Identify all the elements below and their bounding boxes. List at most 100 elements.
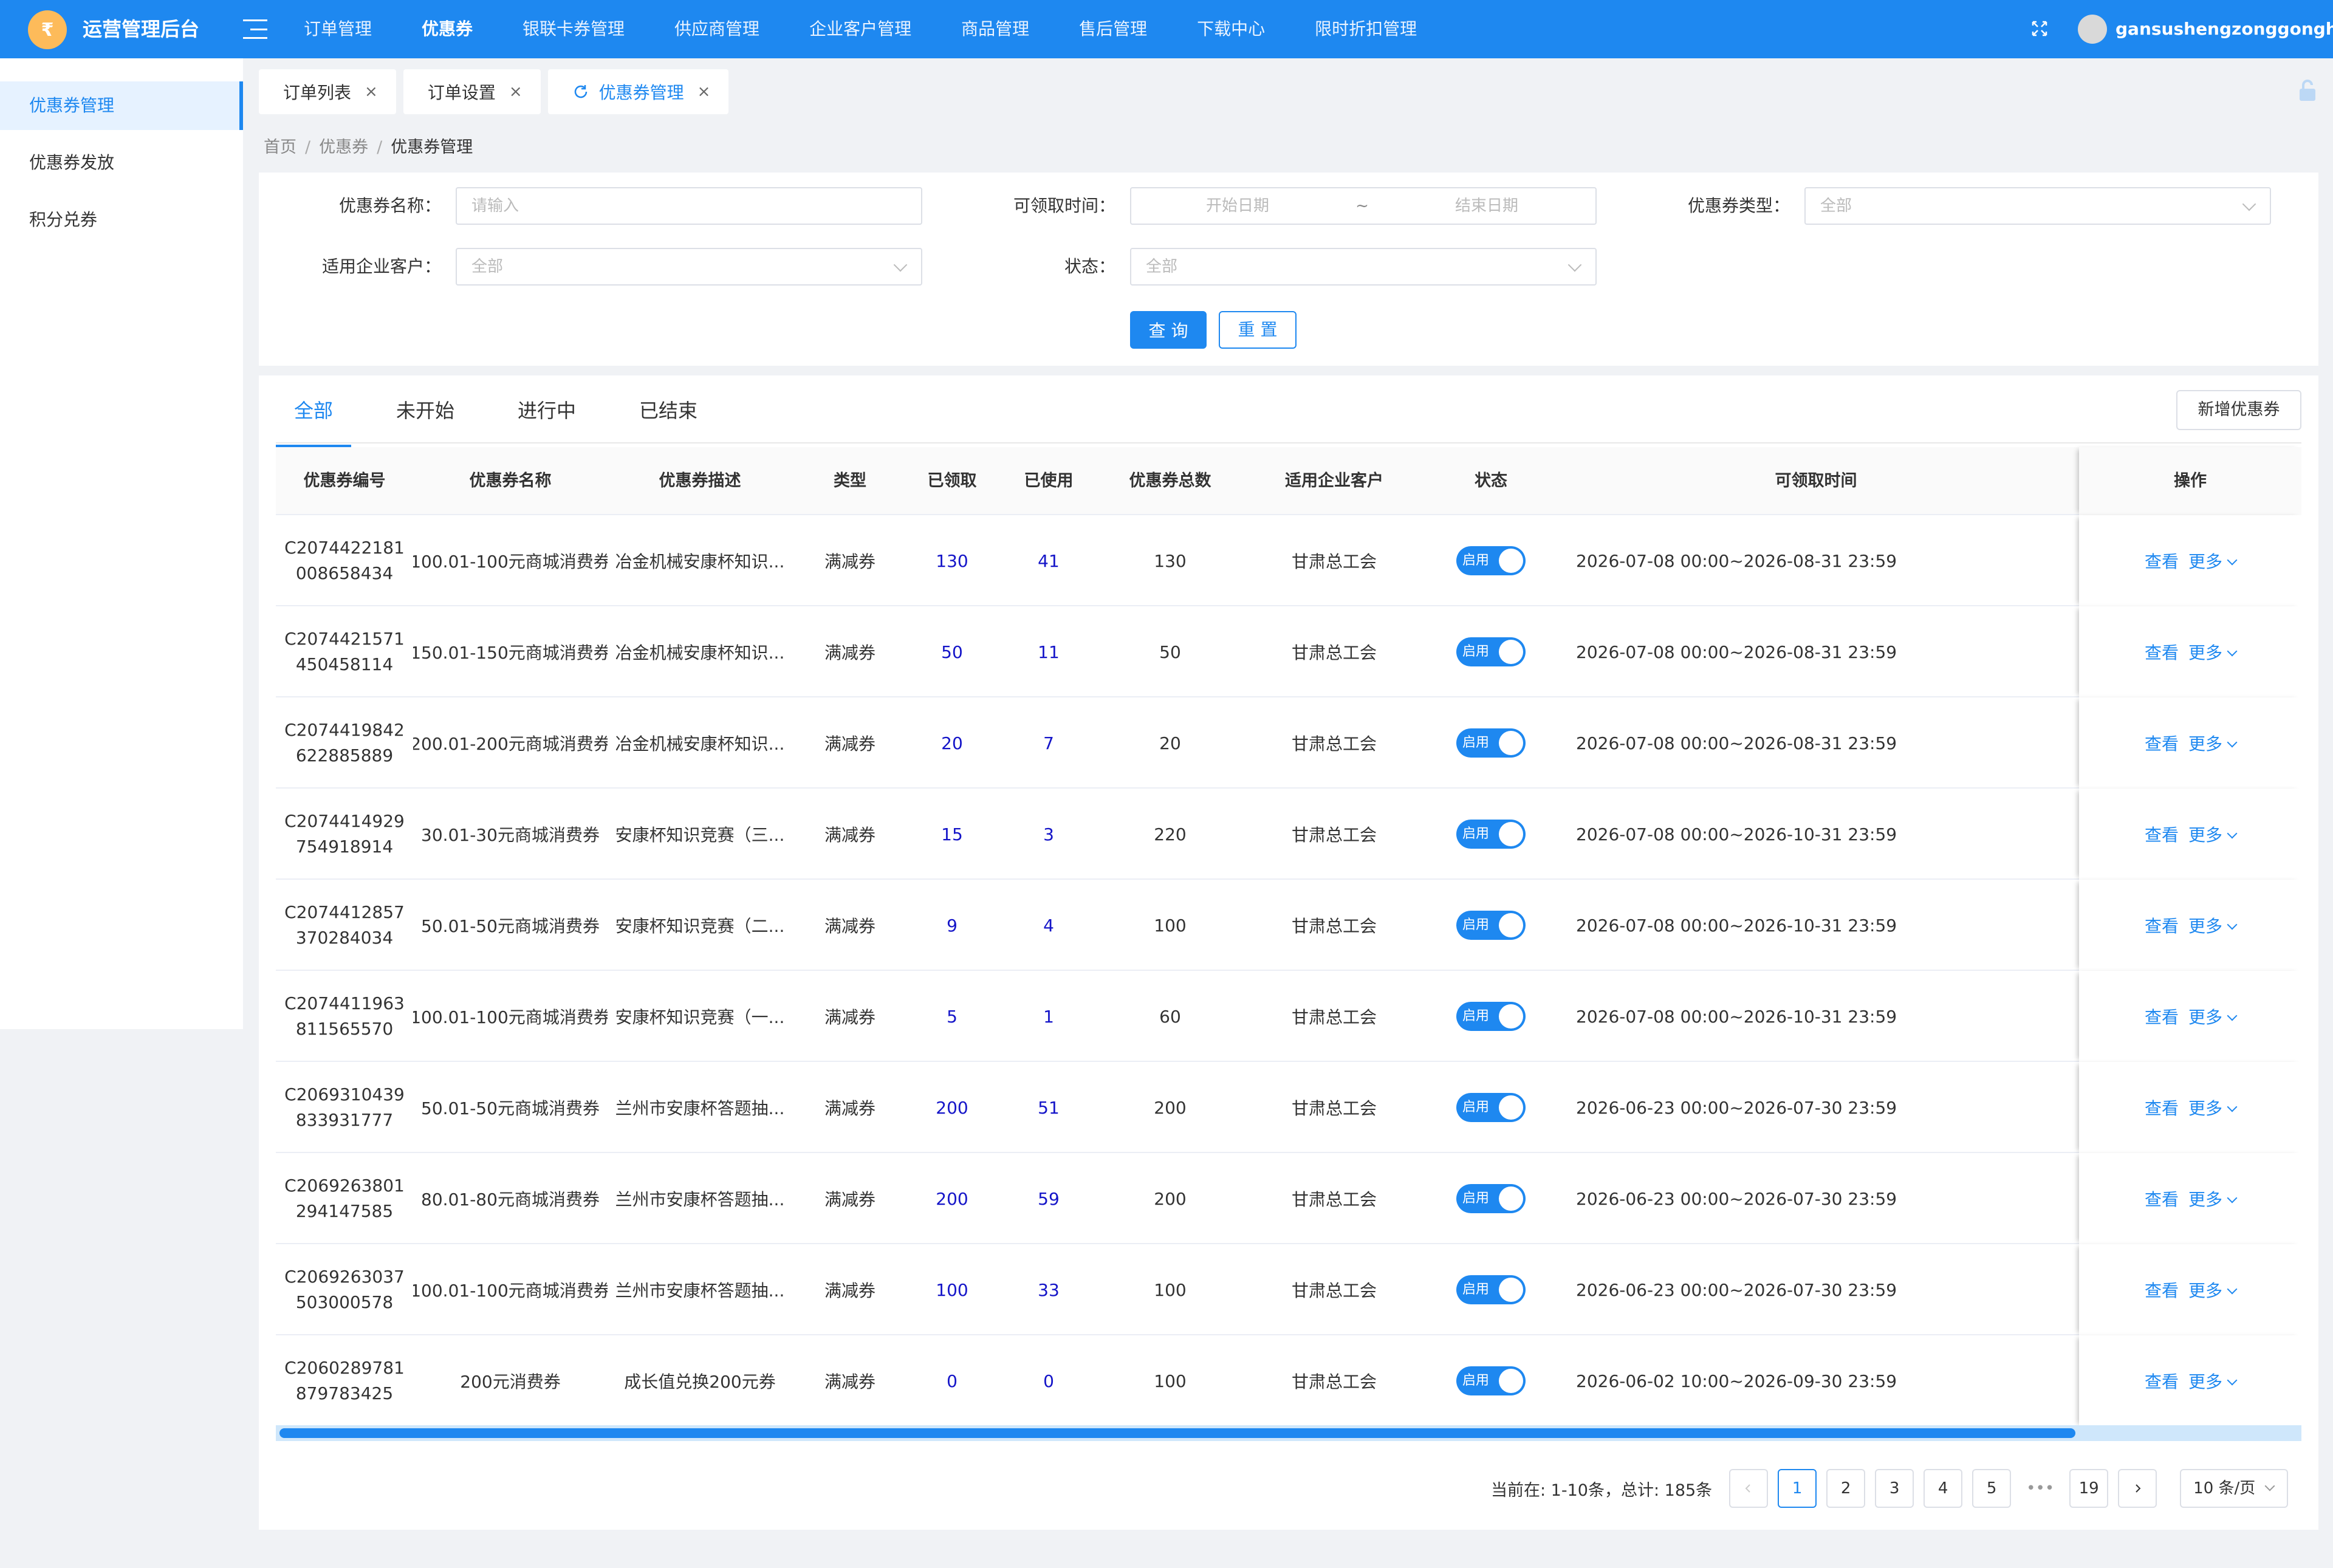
status-toggle[interactable]: 启用	[1456, 820, 1526, 849]
page-tab-label: 订单设置	[427, 83, 496, 103]
top-nav-item[interactable]: 银联卡券管理	[522, 0, 625, 58]
close-icon[interactable]: ×	[509, 83, 522, 101]
view-link[interactable]: 查看	[2145, 1095, 2179, 1120]
cell-status: 启用	[1429, 1153, 1553, 1244]
status-toggle[interactable]: 启用	[1456, 1275, 1526, 1304]
page-tab[interactable]: 订单设置 ×	[403, 69, 541, 114]
status-toggle[interactable]: 启用	[1456, 1093, 1526, 1122]
more-dropdown[interactable]: 更多	[2188, 731, 2238, 755]
status-toggle[interactable]: 启用	[1456, 728, 1526, 758]
column-header: 优惠券总数	[1129, 471, 1211, 490]
close-icon[interactable]: ×	[365, 83, 378, 101]
view-link[interactable]: 查看	[2145, 1186, 2179, 1211]
page-number-button[interactable]: 4	[1924, 1469, 1963, 1508]
avatar[interactable]	[2078, 15, 2107, 44]
customer-select[interactable]: 全部	[456, 248, 922, 286]
sidebar-item[interactable]: 优惠券发放	[0, 139, 243, 187]
view-link[interactable]: 查看	[2145, 913, 2179, 937]
page-number-button[interactable]: 2	[1826, 1469, 1866, 1508]
top-nav-item[interactable]: 优惠券	[422, 0, 473, 58]
status-tab[interactable]: 进行中	[499, 375, 594, 443]
view-link[interactable]: 查看	[2145, 549, 2179, 573]
cell-claimed: 130	[936, 550, 968, 571]
page-tab-label: 订单列表	[283, 83, 352, 103]
status-tab[interactable]: 已结束	[621, 375, 716, 443]
add-coupon-button[interactable]: 新增优惠券	[2176, 390, 2301, 430]
view-link[interactable]: 查看	[2145, 731, 2179, 755]
page-last-button[interactable]: 19	[2069, 1469, 2109, 1508]
search-button[interactable]: 查 询	[1130, 311, 1207, 349]
cell-customer: 甘肃总工会	[1291, 552, 1377, 572]
more-dropdown[interactable]: 更多	[2188, 1369, 2238, 1393]
pagination-ellipsis[interactable]: •••	[2021, 1479, 2060, 1498]
close-icon[interactable]: ×	[697, 83, 711, 101]
more-dropdown[interactable]: 更多	[2188, 1186, 2238, 1211]
username[interactable]: gansushengzonggonghui	[2115, 17, 2333, 41]
lock-icon[interactable]	[2298, 79, 2317, 102]
more-dropdown[interactable]: 更多	[2188, 913, 2238, 937]
end-date-input[interactable]: 结束日期	[1380, 188, 1593, 224]
cell-total: 60	[1159, 1006, 1181, 1027]
view-link[interactable]: 查看	[2145, 640, 2179, 664]
breadcrumb-home[interactable]: 首页	[264, 138, 296, 157]
view-link[interactable]: 查看	[2145, 1004, 2179, 1029]
start-date-input[interactable]: 开始日期	[1131, 188, 1344, 224]
coupon-name-input[interactable]: 请输入	[456, 187, 922, 225]
top-nav-item[interactable]: 限时折扣管理	[1315, 0, 1417, 58]
breadcrumb-level1[interactable]: 优惠券	[319, 138, 368, 157]
horizontal-scrollbar[interactable]	[276, 1425, 2301, 1441]
status-tab[interactable]: 未开始	[378, 375, 473, 443]
page-number-button[interactable]: 5	[1972, 1469, 2012, 1508]
next-page-button[interactable]	[2118, 1469, 2157, 1508]
page-tab[interactable]: 订单列表 ×	[259, 69, 396, 114]
top-nav-item[interactable]: 商品管理	[961, 0, 1029, 58]
top-nav-item[interactable]: 企业客户管理	[809, 0, 911, 58]
sidebar-item[interactable]: 优惠券管理	[0, 81, 243, 130]
actions-cell: 查看 更多	[2079, 606, 2301, 697]
status-toggle[interactable]: 启用	[1456, 911, 1526, 940]
actions-group: 查看 更多	[2079, 880, 2301, 971]
top-nav-item[interactable]: 售后管理	[1079, 0, 1147, 58]
page-tab[interactable]: 优惠券管理 ×	[547, 69, 729, 114]
cell-time: 2026-07-08 00:00~2026-10-31 23:59	[1576, 1006, 1897, 1027]
cell-used: 7	[1043, 733, 1054, 753]
status-toggle[interactable]: 启用	[1456, 1184, 1526, 1213]
prev-page-button[interactable]	[1729, 1469, 1769, 1508]
more-dropdown[interactable]: 更多	[2188, 1278, 2238, 1302]
app-title: 运营管理后台	[83, 18, 200, 41]
cell-used: 59	[1038, 1188, 1060, 1209]
more-dropdown[interactable]: 更多	[2188, 1004, 2238, 1029]
claim-time-range-picker[interactable]: 开始日期 ~ 结束日期	[1130, 187, 1597, 225]
status-select[interactable]: 全部	[1130, 248, 1597, 286]
cell-total: 100	[1154, 1279, 1187, 1300]
reset-button[interactable]: 重 置	[1219, 311, 1297, 349]
actions-cell: 查看 更多	[2079, 880, 2301, 971]
scrollbar-thumb[interactable]	[279, 1428, 2075, 1438]
view-link[interactable]: 查看	[2145, 1369, 2179, 1393]
more-dropdown[interactable]: 更多	[2188, 549, 2238, 573]
more-dropdown[interactable]: 更多	[2188, 1095, 2238, 1120]
page-number-button[interactable]: 1	[1778, 1469, 1817, 1508]
cell-desc: 安康杯知识竞赛（二...	[615, 916, 785, 936]
view-link[interactable]: 查看	[2145, 822, 2179, 846]
menu-collapse-icon[interactable]	[243, 17, 267, 41]
more-dropdown[interactable]: 更多	[2188, 640, 2238, 664]
page-number-button[interactable]: 3	[1875, 1469, 1914, 1508]
more-dropdown[interactable]: 更多	[2188, 822, 2238, 846]
status-tab[interactable]: 全部	[276, 375, 352, 447]
sidebar-item[interactable]: 积分兑券	[0, 196, 243, 244]
status-toggle[interactable]: 启用	[1456, 637, 1526, 666]
cell-time: 2026-07-08 00:00~2026-08-31 23:59	[1576, 550, 1897, 571]
top-nav-item[interactable]: 订单管理	[304, 0, 372, 58]
cell-name: 150.01-150元商城消费券	[413, 643, 608, 663]
view-link[interactable]: 查看	[2145, 1278, 2179, 1302]
page-size-select[interactable]: 10 条/页	[2180, 1469, 2289, 1508]
top-nav-item[interactable]: 供应商管理	[674, 0, 759, 58]
status-toggle[interactable]: 启用	[1456, 1002, 1526, 1031]
cell-customer: 甘肃总工会	[1291, 643, 1377, 663]
coupon-type-select[interactable]: 全部	[1804, 187, 2271, 225]
status-toggle[interactable]: 启用	[1456, 1366, 1526, 1395]
status-toggle[interactable]: 启用	[1456, 546, 1526, 575]
fullscreen-icon[interactable]	[2029, 18, 2050, 39]
top-nav-item[interactable]: 下载中心	[1197, 0, 1265, 58]
